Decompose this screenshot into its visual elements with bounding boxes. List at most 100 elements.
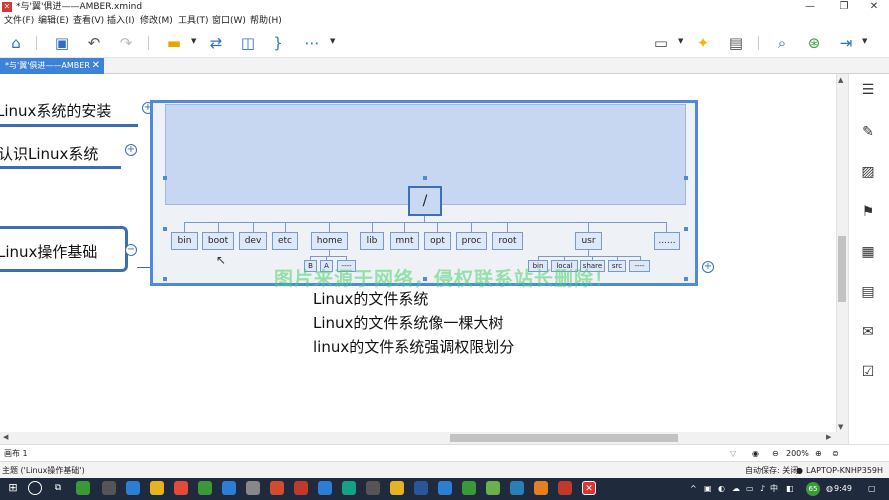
tray-icon[interactable]: ◧ — [786, 478, 794, 500]
undo-icon[interactable]: ↶ — [84, 33, 104, 53]
summary-icon[interactable]: } — [268, 33, 288, 53]
tray-icon[interactable]: ◍ — [826, 478, 833, 500]
notification-badge[interactable]: 65 — [806, 482, 820, 496]
search-icon[interactable]: ⌕ — [772, 33, 792, 53]
image-icon[interactable]: ▨ — [858, 162, 878, 182]
app-icon[interactable] — [438, 481, 452, 495]
lightbulb-icon[interactable]: ✦ — [693, 33, 713, 53]
vertical-scroll-thumb[interactable] — [838, 236, 846, 302]
more-icon[interactable]: ⋯ — [302, 33, 322, 53]
image-handle[interactable] — [163, 277, 167, 281]
tray-icon[interactable]: ◐ — [718, 478, 725, 500]
horizontal-scroll-thumb[interactable] — [450, 434, 678, 442]
topic-icon[interactable]: ▬ — [164, 33, 184, 53]
zoom-in-icon[interactable]: ⊕ — [815, 445, 822, 462]
relationship-icon[interactable]: ⇄ — [206, 33, 226, 53]
app-icon[interactable] — [462, 481, 476, 495]
scroll-up-icon[interactable]: ▲ — [838, 76, 843, 84]
autosave-status[interactable]: 自动保存: 关闭 — [745, 462, 798, 479]
menu-modify[interactable]: 修改(M) — [140, 14, 173, 28]
app-icon[interactable] — [534, 481, 548, 495]
fit-icon[interactable]: ⊜ — [832, 445, 839, 462]
topic-linux-install[interactable]: Linux系统的安装 — [0, 100, 111, 121]
app-icon[interactable] — [342, 481, 356, 495]
app-icon[interactable] — [510, 481, 524, 495]
topic-linux-basics[interactable]: Linux操作基础 — [0, 241, 97, 262]
close-icon[interactable]: ✕ — [92, 58, 100, 74]
minimize-button[interactable]: — — [796, 0, 824, 14]
file-explorer-icon[interactable] — [150, 481, 164, 495]
task-view-icon[interactable]: ⧉ — [51, 481, 65, 495]
battery-icon[interactable]: ▭ — [746, 478, 754, 500]
app-icon[interactable] — [294, 481, 308, 495]
notes-icon[interactable]: ▤ — [858, 282, 878, 302]
format-brush-icon[interactable]: ✎ — [858, 122, 878, 142]
tray-icon[interactable]: ☁ — [732, 478, 740, 500]
menu-insert[interactable]: 插入(I) — [107, 14, 135, 28]
menu-help[interactable]: 帮助(H) — [250, 14, 282, 28]
app-icon[interactable] — [246, 481, 260, 495]
app-icon[interactable] — [174, 481, 188, 495]
app-icon[interactable] — [390, 481, 404, 495]
horizontal-scrollbar[interactable] — [0, 432, 848, 444]
close-button[interactable]: ✕ — [860, 0, 888, 14]
zoom-out-icon[interactable]: ⊖ — [772, 445, 779, 462]
app-icon[interactable] — [102, 481, 116, 495]
task-icon[interactable]: ☑ — [858, 362, 878, 382]
share-icon[interactable]: ⊛ — [804, 33, 824, 53]
chevron-down-icon[interactable]: ▼ — [862, 37, 867, 45]
app-icon[interactable] — [558, 481, 572, 495]
marker-flag-icon[interactable]: ⚑ — [858, 202, 878, 222]
menu-file[interactable]: 文件(F) — [4, 14, 34, 28]
eye-icon[interactable]: ◉ — [752, 445, 759, 462]
chevron-down-icon[interactable]: ▼ — [678, 37, 683, 45]
collapse-icon[interactable]: − — [125, 244, 137, 256]
app-icon[interactable] — [366, 481, 380, 495]
ime-indicator[interactable]: 中 — [770, 478, 778, 500]
menu-tools[interactable]: 工具(T) — [178, 14, 209, 28]
action-center-icon[interactable]: ▢ — [868, 478, 876, 500]
volume-icon[interactable]: ♪ — [760, 478, 765, 500]
expand-icon[interactable]: + — [125, 144, 137, 156]
image-handle[interactable] — [684, 176, 688, 180]
home-icon[interactable]: ⌂ — [6, 33, 26, 53]
save-icon[interactable]: ▣ — [52, 33, 72, 53]
chevron-down-icon[interactable]: ▼ — [191, 37, 196, 45]
browser-icon[interactable] — [198, 481, 212, 495]
app-icon[interactable] — [318, 481, 332, 495]
scroll-left-icon[interactable]: ◀ — [3, 433, 8, 441]
edge-icon[interactable] — [222, 481, 236, 495]
gantt-icon[interactable]: ▤ — [726, 33, 746, 53]
app-icon[interactable] — [486, 481, 500, 495]
presentation-icon[interactable]: ▭ — [651, 33, 671, 53]
topic-know-linux[interactable]: 认识Linux系统 — [0, 143, 98, 164]
zoom-level[interactable]: 200% — [786, 445, 809, 462]
scroll-down-icon[interactable]: ▼ — [838, 423, 843, 431]
restore-button[interactable]: ❐ — [830, 0, 858, 14]
sheet-tab[interactable]: 画布 1 — [4, 445, 28, 462]
sticker-icon[interactable]: ▦ — [858, 242, 878, 262]
menu-edit[interactable]: 编辑(E) — [38, 14, 69, 28]
tray-up-icon[interactable]: ^ — [690, 478, 697, 500]
expand-icon[interactable]: + — [702, 261, 714, 273]
tray-icon[interactable]: ▣ — [704, 478, 712, 500]
boundary-icon[interactable]: ◫ — [238, 33, 258, 53]
scroll-right-icon[interactable]: ▶ — [826, 433, 831, 441]
redo-icon[interactable]: ↷ — [116, 33, 136, 53]
menu-window[interactable]: 窗口(W) — [212, 14, 246, 28]
comment-icon[interactable]: ✉ — [858, 322, 878, 342]
wechat-icon[interactable] — [76, 481, 90, 495]
image-handle[interactable] — [423, 176, 427, 180]
app-icon[interactable] — [270, 481, 284, 495]
windows-start-icon[interactable]: ⊞ — [6, 481, 20, 495]
search-icon[interactable] — [28, 481, 42, 495]
export-icon[interactable]: ⇥ — [836, 33, 856, 53]
menu-view[interactable]: 查看(V) — [73, 14, 104, 28]
tab-document[interactable]: *与'翼'俱进——AMBER ✕ — [0, 58, 104, 74]
app-icon[interactable] — [126, 481, 140, 495]
image-handle[interactable] — [684, 277, 688, 281]
filter-icon[interactable]: ▽ — [730, 445, 736, 462]
chevron-down-icon[interactable]: ▼ — [330, 37, 335, 45]
outline-icon[interactable]: ☰ — [858, 80, 878, 100]
clock-time[interactable]: 9:49 — [834, 478, 852, 500]
